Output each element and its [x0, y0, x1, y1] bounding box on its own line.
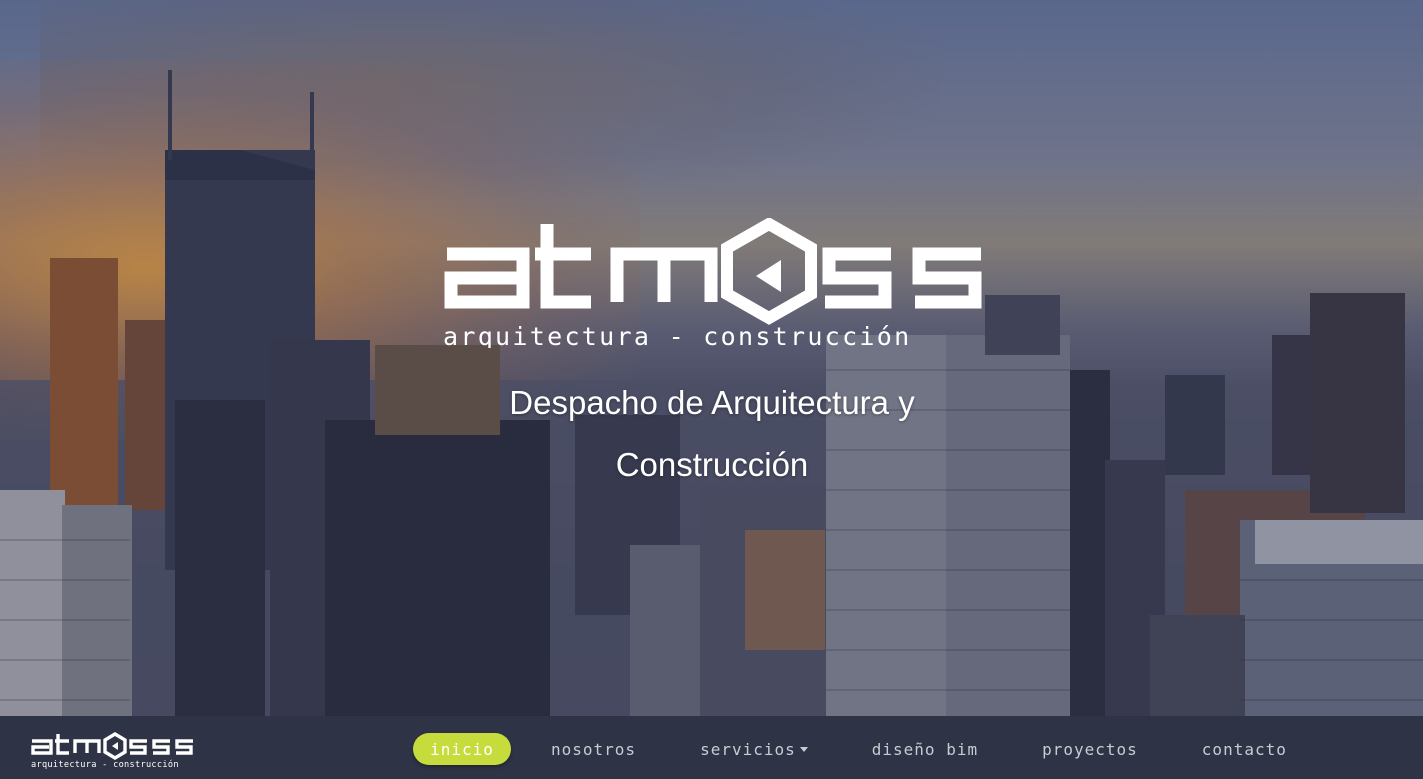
hero-logo: arquitectura - construcción — [441, 217, 987, 351]
navbar-brand-subtitle: arquitectura - construcción — [31, 759, 179, 770]
nav-item-proyectos[interactable]: proyectos — [1042, 733, 1138, 765]
nav-item-label: contacto — [1201, 739, 1287, 759]
nav-item-servicios[interactable]: servicios — [700, 733, 808, 765]
nav-item-contacto[interactable]: contacto — [1202, 733, 1287, 765]
hero-banner: arquitectura - construcción Despacho de … — [0, 0, 1423, 716]
main-navbar: arquitectura - construcción inicio nosot… — [0, 716, 1423, 779]
nav-item-label: inicio — [430, 739, 494, 759]
nav-item-label: proyectos — [1042, 739, 1138, 759]
nav-item-label: diseño bim — [871, 739, 979, 759]
navbar-brand-logo[interactable]: arquitectura - construcción — [30, 732, 198, 770]
nav-item-nosotros[interactable]: nosotros — [551, 733, 636, 765]
hero-dark-overlay — [0, 0, 1423, 716]
nav-item-label: servicios — [700, 739, 796, 759]
navbar-menu: inicio nosotros servicios diseño bim pro… — [413, 733, 1287, 765]
nav-item-diseno-bim[interactable]: diseño bim — [872, 733, 978, 765]
chevron-down-icon — [799, 747, 808, 752]
hero-logo-subtitle: arquitectura - construcción — [443, 322, 911, 348]
hero-tagline: Despacho de Arquitectura y Construcción — [509, 384, 915, 483]
nav-item-inicio[interactable]: inicio — [413, 733, 511, 765]
nav-item-label: nosotros — [551, 739, 637, 759]
